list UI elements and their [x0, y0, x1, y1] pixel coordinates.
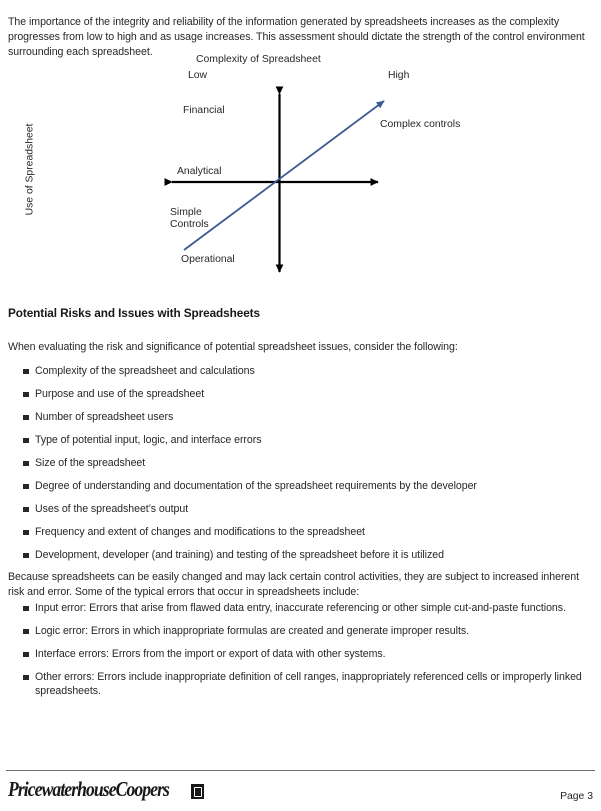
list-item-label: Purpose and use of the spreadsheet [35, 388, 205, 400]
diagram-label-financial: Financial [183, 105, 225, 116]
list-item-label: Number of spreadsheet users [35, 411, 174, 423]
list-item: Purpose and use of the spreadsheet [0, 387, 585, 401]
diagram-label-operational: Operational [181, 254, 235, 265]
diagram-title: Complexity of Spreadsheet [196, 54, 321, 65]
list-item: Complexity of the spreadsheet and calcul… [0, 364, 585, 378]
square-bullet-icon [23, 460, 29, 466]
list-item: Interface errors: Errors from the import… [0, 647, 585, 661]
footer-divider [6, 770, 595, 772]
list-item: Uses of the spreadsheet’s output [0, 502, 585, 516]
diagram-label-simple-controls: Simple Controls [170, 207, 209, 231]
list-item: Number of spreadsheet users [0, 410, 585, 424]
diagram-high-label: High [388, 70, 410, 81]
list-item: Type of potential input, logic, and inte… [0, 433, 585, 447]
list-item-label: Interface errors: Errors from the import… [35, 648, 386, 660]
list-item: Frequency and extent of changes and modi… [0, 525, 585, 539]
diagram-y-axis-label: Use of Spreadsheet [24, 123, 36, 216]
typical-errors-list: Input error: Errors that arise from flaw… [0, 601, 585, 707]
page-number: Page 3 [560, 791, 593, 802]
list-item-label: Uses of the spreadsheet’s output [35, 503, 189, 515]
document-page: The importance of the integrity and reli… [0, 0, 601, 811]
square-bullet-icon [23, 414, 29, 420]
pwc-logo-wordmark: PricewaterhouseCoopers [8, 777, 170, 801]
list-item: Input error: Errors that arise from flaw… [0, 601, 585, 615]
square-bullet-icon [23, 651, 29, 657]
list-item-label: Development, developer (and training) an… [35, 549, 444, 561]
lead-in-paragraph: When evaluating the risk and significanc… [8, 340, 458, 353]
list-item-label: Frequency and extent of changes and modi… [35, 526, 365, 538]
list-item: Development, developer (and training) an… [0, 548, 585, 562]
risk-considerations-list: Complexity of the spreadsheet and calcul… [0, 364, 585, 571]
list-item-label: Degree of understanding and documentatio… [35, 480, 477, 492]
list-item-label: Size of the spreadsheet [35, 457, 146, 469]
pwc-logo: PricewaterhouseCoopers [8, 777, 204, 801]
section-heading: Potential Risks and Issues with Spreadsh… [8, 305, 260, 320]
list-item-label: Complexity of the spreadsheet and calcul… [35, 365, 255, 377]
square-bullet-icon [23, 506, 29, 512]
diagram-low-label: Low [188, 70, 208, 81]
list-item-label: Logic error: Errors in which inappropria… [35, 625, 469, 637]
list-item: Other errors: Errors include inappropria… [0, 670, 585, 699]
diagram-label-complex-controls: Complex controls [380, 119, 461, 130]
square-bullet-icon [23, 674, 29, 680]
list-item: Degree of understanding and documentatio… [0, 479, 585, 493]
diagram-axes-svg [164, 86, 385, 273]
square-bullet-icon [23, 605, 29, 611]
list-item-label: Input error: Errors that arise from flaw… [35, 602, 566, 614]
list-item: Logic error: Errors in which inappropria… [0, 624, 585, 638]
diagram-label-analytical: Analytical [177, 166, 222, 177]
transition-paragraph: Because spreadsheets can be easily chang… [8, 570, 580, 598]
square-bullet-icon [23, 552, 29, 558]
list-item: Size of the spreadsheet [0, 456, 585, 470]
registered-mark-icon [191, 784, 204, 799]
square-bullet-icon [23, 391, 29, 397]
square-bullet-icon [23, 437, 29, 443]
square-bullet-icon [23, 628, 29, 634]
complexity-use-quadrant-diagram: Complexity of Spreadsheet Low High Finan… [0, 48, 601, 288]
square-bullet-icon [23, 529, 29, 535]
square-bullet-icon [23, 368, 29, 374]
list-item-label: Other errors: Errors include inappropria… [35, 671, 582, 698]
square-bullet-icon [23, 483, 29, 489]
list-item-label: Type of potential input, logic, and inte… [35, 434, 262, 446]
